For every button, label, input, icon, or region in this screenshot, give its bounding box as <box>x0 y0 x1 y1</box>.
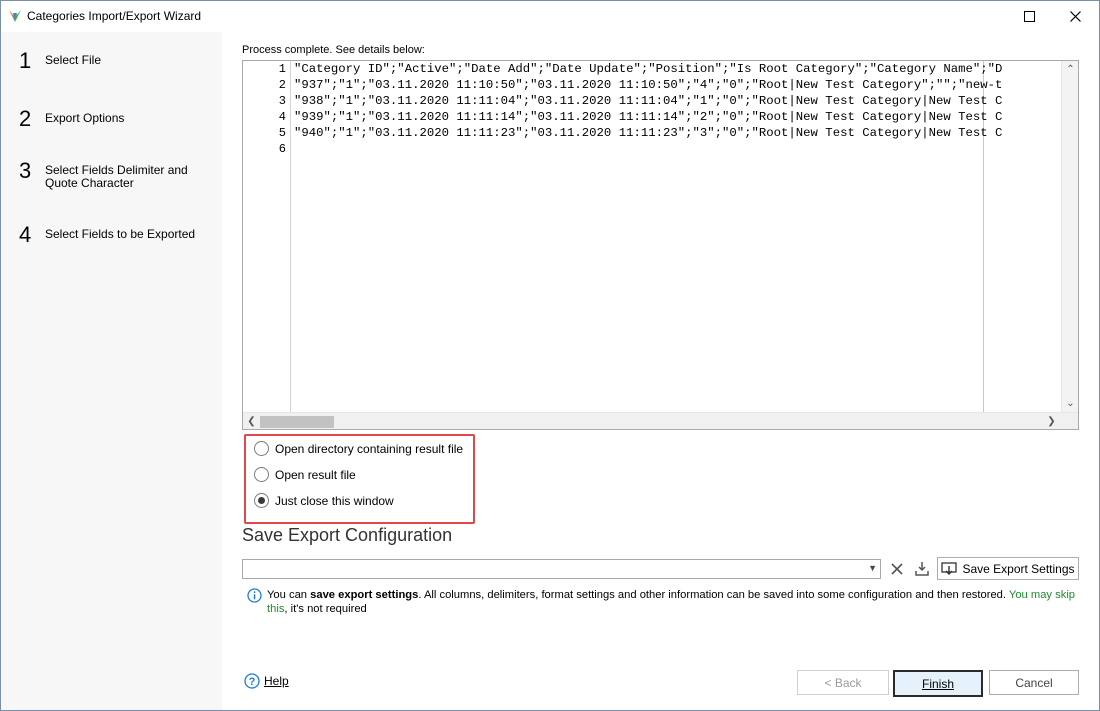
step-number: 4 <box>19 222 32 247</box>
window-title: Categories Import/Export Wizard <box>27 9 202 23</box>
code-line: "939";"1";"03.11.2020 11:11:14";"03.11.2… <box>294 110 1003 124</box>
code-line: "Category ID";"Active";"Date Add";"Date … <box>294 62 1003 76</box>
step-label: Select Fields to be Exported <box>45 227 196 241</box>
info-text-mid: . All columns, delimiters, format settin… <box>418 589 1009 601</box>
step-label: Select Fields Delimiter and Quote Charac… <box>45 163 188 190</box>
close-icon <box>1069 11 1081 22</box>
step-label: Select File <box>45 53 102 67</box>
option-label: Open result file <box>275 467 356 482</box>
back-button[interactable]: < Back <box>797 670 889 695</box>
status-message: Process complete. See details below: <box>242 44 425 56</box>
info-icon <box>247 588 262 603</box>
line-number: 4 <box>278 110 286 124</box>
save-settings-label: Save Export Settings <box>962 561 1075 576</box>
radio-button-selected[interactable] <box>254 493 269 508</box>
line-number-gutter: 1 2 3 4 5 6 <box>243 61 291 412</box>
dropdown-arrow-icon[interactable]: ▼ <box>868 563 877 573</box>
app-logo-icon <box>9 10 21 22</box>
main-panel: Process complete. See details below: 1 2… <box>223 32 1099 710</box>
code-line: "937";"1";"03.11.2020 11:10:50";"03.11.2… <box>294 78 1003 92</box>
line-number: 3 <box>278 94 286 108</box>
info-text-post: , it's not required <box>284 603 367 615</box>
code-line: "940";"1";"03.11.2020 11:11:23";"03.11.2… <box>294 126 1003 140</box>
x-icon <box>891 562 903 575</box>
finish-button[interactable]: Finish <box>893 670 983 697</box>
option-just-close[interactable]: Just close this window <box>254 493 394 508</box>
cancel-button[interactable]: Cancel <box>989 670 1079 695</box>
save-config-title: Save Export Configuration <box>242 525 453 545</box>
option-label: Open directory containing result file <box>275 441 464 456</box>
help-label: Help <box>264 674 289 688</box>
svg-text:?: ? <box>249 676 256 688</box>
wizard-steps-sidebar: 1 Select File 2 Export Options 3 Select … <box>1 32 222 710</box>
step-number: 2 <box>19 106 32 131</box>
horizontal-scrollbar[interactable]: ❮ ❯ <box>243 412 1078 429</box>
result-text-editor[interactable]: 1 2 3 4 5 6 "Category ID";"Active";"Date… <box>242 60 1079 430</box>
step-delimiter[interactable]: 3 Select Fields Delimiter and Quote Char… <box>19 159 210 190</box>
wizard-window: Categories Import/Export Wizard 1 Select… <box>0 0 1100 711</box>
radio-button[interactable] <box>254 441 269 456</box>
save-settings-icon <box>941 561 958 575</box>
radio-button[interactable] <box>254 467 269 482</box>
save-export-settings-button[interactable]: Save Export Settings <box>937 557 1079 580</box>
help-link[interactable]: ? Help <box>244 673 289 689</box>
step-number: 3 <box>19 158 32 183</box>
back-label: < Back <box>824 675 862 690</box>
line-number: 6 <box>278 142 286 156</box>
code-area[interactable]: "Category ID";"Active";"Date Add";"Date … <box>294 61 1062 412</box>
maximize-icon <box>1023 11 1035 22</box>
step-label: Export Options <box>45 111 125 125</box>
scroll-up-icon[interactable]: ⌃ <box>1062 61 1078 78</box>
info-text-bold: save export settings <box>310 589 419 601</box>
info-message: You can save export settings. All column… <box>267 588 1077 616</box>
download-icon <box>915 561 929 576</box>
horizontal-scroll-thumb[interactable] <box>260 416 334 428</box>
step-fields[interactable]: 4 Select Fields to be Exported <box>19 223 210 247</box>
help-icon: ? <box>244 673 260 689</box>
step-number: 1 <box>19 48 32 73</box>
scroll-right-icon[interactable]: ❯ <box>1043 413 1060 429</box>
configuration-combobox[interactable]: ▼ <box>242 559 881 579</box>
close-button[interactable] <box>1052 1 1098 32</box>
vertical-scrollbar[interactable]: ⌃ ⌄ <box>1061 61 1078 412</box>
option-label: Just close this window <box>275 493 394 508</box>
title-bar: Categories Import/Export Wizard <box>1 1 1099 32</box>
line-number: 5 <box>278 126 286 140</box>
scroll-left-icon[interactable]: ❮ <box>243 413 260 429</box>
after-finish-options: Open directory containing result file Op… <box>244 434 475 524</box>
maximize-button[interactable] <box>1006 1 1052 32</box>
scroll-down-icon[interactable]: ⌄ <box>1062 395 1078 412</box>
info-text-pre: You can <box>267 589 311 601</box>
step-export-options[interactable]: 2 Export Options <box>19 107 210 131</box>
line-number: 2 <box>278 78 286 92</box>
finish-label: Finish <box>921 676 954 691</box>
load-config-button[interactable] <box>911 558 933 579</box>
option-open-result-file[interactable]: Open result file <box>254 467 356 482</box>
step-select-file[interactable]: 1 Select File <box>19 49 210 73</box>
cancel-label: Cancel <box>1015 675 1053 690</box>
line-number: 1 <box>278 62 286 76</box>
option-open-directory[interactable]: Open directory containing result file <box>254 441 463 456</box>
code-line: "938";"1";"03.11.2020 11:11:04";"03.11.2… <box>294 94 1003 108</box>
clear-config-button[interactable] <box>886 558 908 579</box>
